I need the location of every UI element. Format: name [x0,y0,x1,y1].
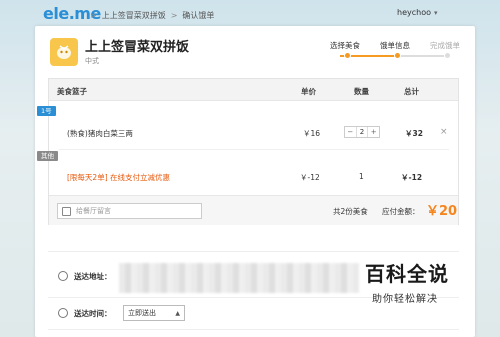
section-divider [48,251,459,252]
header-item: 美食篮子 [57,87,87,96]
shop-category: 中式 [85,57,99,65]
breadcrumb-separator: > [170,11,178,20]
quantity-value[interactable]: 2 [355,127,369,137]
quantity-stepper: − 2 + [344,126,380,138]
row-divider [59,149,449,150]
shop-logo [50,38,78,66]
breadcrumb-separator: > [90,11,97,20]
restaurant-note-input[interactable]: 给餐厅留言 [57,203,202,219]
step-dot-1 [344,52,351,59]
breadcrumb-shop-link[interactable]: 上上签冒菜双拼饭 [102,10,166,21]
address-field-row: 送达地址： [58,267,112,285]
promo-total: ￥-12 [401,173,423,182]
delivery-time-select[interactable]: 立即送出 ▲ [123,305,185,321]
total-amount: ￥20 [426,204,458,219]
address-value-blurred[interactable] [119,263,359,293]
basket-header: 美食篮子 单价 数量 总计 [49,79,458,101]
header-price: 单价 [301,87,316,96]
user-menu[interactable]: heychoo ▾ [397,8,438,17]
item-price: ￥16 [303,129,321,138]
breadcrumb-current: 确认饿单 [182,11,215,20]
item-total: ￥32 [405,129,423,138]
basket-row: [限每天2单] 在线支付立减优惠 ￥-12 1 ￥-12 [49,163,458,191]
promo-price: ￥-12 [300,173,320,182]
group-badge: 1号 [37,106,56,116]
remove-item-button[interactable]: × [440,127,448,137]
watermark-subtitle: 助你轻松解决 [372,294,438,305]
step-complete: 完成饿单 [430,41,460,50]
section-divider [48,329,459,330]
chevron-down-icon: ▾ [433,8,438,17]
location-icon [58,271,68,281]
address-label: 送达地址： [74,271,112,281]
item-name: (熟食)猪肉白菜三两 [67,129,133,138]
step-dot-3 [444,52,451,59]
watermark-title: 百科全说 [365,262,449,286]
header-qty: 数量 [354,87,369,96]
order-progress-steps: 选择美食 饿单信息 完成饿单 [330,40,470,64]
promo-name: [限每天2单] 在线支付立减优惠 [67,173,171,182]
header-total: 总计 [404,87,419,96]
decrease-button[interactable]: − [345,127,356,137]
shop-name: 上上签冒菜双拼饭 [85,40,190,55]
breadcrumb: > 上上签冒菜双拼饭 > 确认饿单 [90,10,214,21]
select-arrows-icon: ▲ [175,309,180,317]
shop-logo-icon [57,45,71,59]
item-count: 共2份美食 [333,207,368,216]
progress-line-pending [398,55,450,57]
food-basket: 美食篮子 单价 数量 总计 1号 (熟食)猪肉白菜三两 ￥16 − 2 + ￥3… [37,78,459,225]
note-placeholder: 给餐厅留言 [76,207,111,215]
total-label: 应付金额： [382,207,420,216]
basket-footer: 给餐厅留言 共2份美食 应付金额： ￥20 [49,195,458,225]
delivery-time-value: 立即送出 [128,309,156,317]
step-select-food: 选择美食 [330,41,360,50]
promo-qty: 1 [359,172,364,181]
pencil-icon [62,207,71,216]
step-dot-2 [394,52,401,59]
basket-row: (熟食)猪肉白菜三两 ￥16 − 2 + ￥32 × [49,119,458,147]
increase-button[interactable]: + [368,127,379,137]
time-label: 送达时间： [74,308,112,318]
clock-icon [58,308,68,318]
time-field-row: 送达时间： [58,304,112,322]
group-badge: 其他 [37,151,58,161]
step-order-info: 饿单信息 [380,41,410,50]
username: heychoo [397,8,431,17]
